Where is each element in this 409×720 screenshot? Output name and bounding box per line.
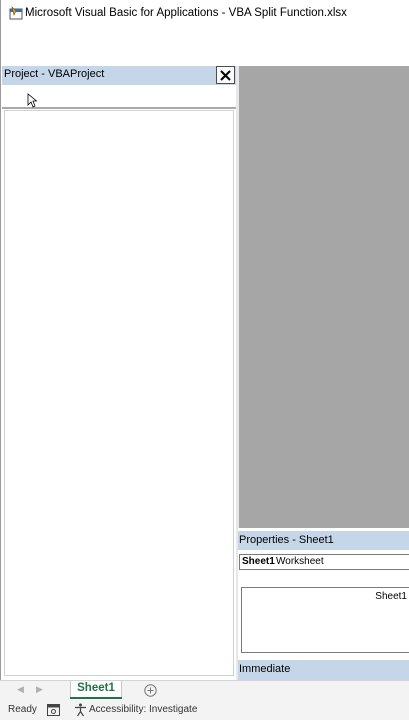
scroll-tabs-left-button[interactable]: ◀ bbox=[17, 684, 24, 695]
object-type: Worksheet bbox=[276, 556, 324, 567]
object-dropdown[interactable]: Sheet1 Worksheet bbox=[239, 554, 409, 570]
property-grid[interactable]: Sheet1 bbox=[241, 587, 409, 653]
property-value: Sheet1 bbox=[375, 591, 407, 602]
code-window-area bbox=[239, 66, 409, 528]
vba-editor-window: Microsoft Visual Basic for Applications … bbox=[0, 0, 409, 680]
properties-title: Properties - Sheet1 bbox=[239, 534, 334, 546]
title-bar[interactable]: Microsoft Visual Basic for Applications … bbox=[1, 0, 409, 28]
project-toolbar bbox=[2, 85, 236, 109]
immediate-title: Immediate bbox=[239, 663, 291, 675]
status-bar: Ready Accessibility: Investigate bbox=[0, 700, 409, 720]
close-project-button[interactable] bbox=[216, 66, 235, 84]
accessibility-icon[interactable] bbox=[74, 703, 87, 717]
close-icon bbox=[220, 69, 231, 81]
vba-app-icon bbox=[9, 6, 23, 20]
mouse-cursor-icon bbox=[27, 93, 37, 108]
accessibility-status[interactable]: Accessibility: Investigate bbox=[89, 704, 197, 715]
immediate-header[interactable]: Immediate bbox=[238, 660, 409, 680]
project-tree[interactable] bbox=[4, 110, 234, 676]
sheet-tab-bar: ◀ ▶ Sheet1 bbox=[0, 680, 409, 700]
properties-window: Properties - Sheet1 Sheet1 Worksheet She… bbox=[238, 528, 409, 660]
macro-record-icon[interactable] bbox=[47, 704, 60, 716]
scroll-tabs-right-button[interactable]: ▶ bbox=[36, 684, 43, 695]
object-name: Sheet1 bbox=[242, 556, 275, 567]
active-tab-indicator bbox=[70, 697, 122, 699]
add-sheet-icon[interactable] bbox=[144, 684, 157, 697]
window-title: Microsoft Visual Basic for Applications … bbox=[25, 7, 347, 19]
project-explorer: Project - VBAProject bbox=[2, 66, 237, 680]
project-header[interactable]: Project - VBAProject bbox=[2, 66, 236, 85]
properties-header[interactable]: Properties - Sheet1 bbox=[238, 531, 409, 550]
status-ready: Ready bbox=[8, 704, 37, 715]
project-title: Project - VBAProject bbox=[4, 68, 105, 80]
